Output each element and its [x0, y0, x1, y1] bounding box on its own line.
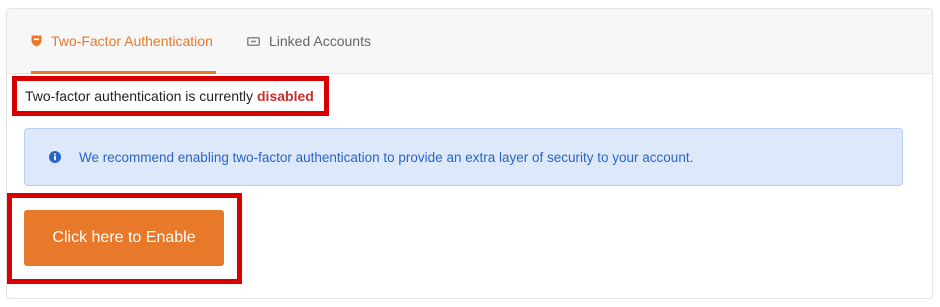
status-message: Two-factor authentication is currently d… [12, 76, 329, 116]
active-tab-indicator [31, 71, 216, 74]
alert-message: We recommend enabling two-factor authent… [79, 149, 694, 165]
info-alert: We recommend enabling two-factor authent… [24, 128, 903, 186]
tab-bar: Two-Factor Authentication Linked Account… [7, 9, 932, 74]
tab-label: Two-Factor Authentication [51, 33, 213, 49]
info-icon [49, 151, 61, 163]
tab-label: Linked Accounts [269, 33, 371, 49]
shield-icon [31, 35, 42, 47]
link-icon [247, 36, 260, 46]
tab-two-factor-authentication[interactable]: Two-Factor Authentication [31, 9, 216, 74]
status-prefix: Two-factor authentication is currently [25, 88, 253, 104]
enable-button[interactable]: Click here to Enable [24, 210, 224, 266]
tab-linked-accounts[interactable]: Linked Accounts [247, 9, 371, 73]
status-state: disabled [257, 88, 314, 104]
